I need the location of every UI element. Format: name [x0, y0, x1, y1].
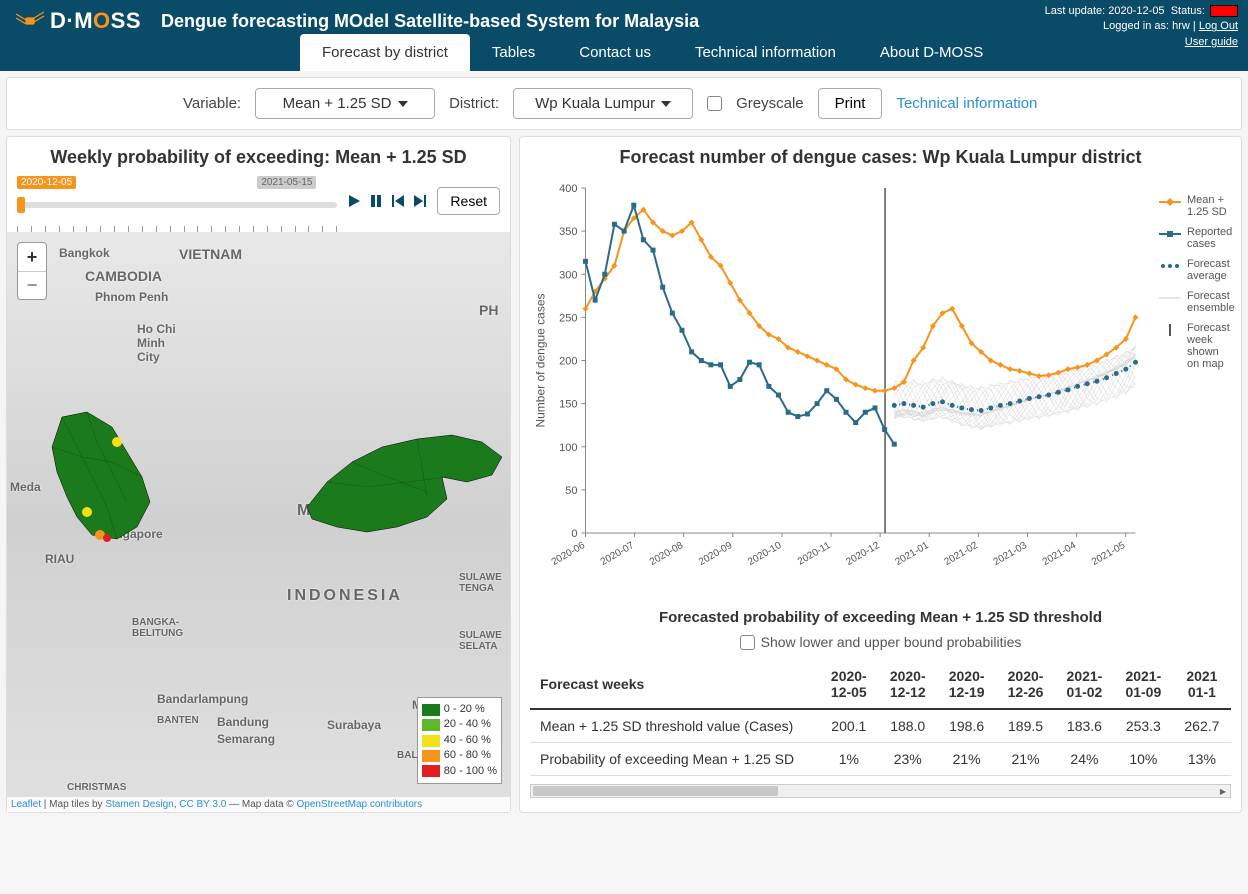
- skip-back-icon[interactable]: [389, 192, 407, 210]
- svg-text:2020-09: 2020-09: [697, 540, 735, 568]
- tab-contact[interactable]: Contact us: [557, 34, 673, 71]
- cc-link[interactable]: CC BY 3.0: [179, 799, 226, 810]
- svg-text:Number of dengue cases: Number of dengue cases: [534, 293, 548, 427]
- map-attribution: Leaflet | Map tiles by Stamen Design, CC…: [7, 797, 510, 812]
- svg-text:2020-06: 2020-06: [550, 540, 588, 568]
- variable-dropdown[interactable]: Mean + 1.25 SD: [255, 88, 435, 119]
- skip-forward-icon[interactable]: [411, 192, 429, 210]
- time-slider-row: 2020-12-05 2021-05-15 Reset: [7, 174, 510, 232]
- variable-label: Variable:: [183, 95, 241, 112]
- satellite-icon: [16, 12, 44, 30]
- zoom-control: + −: [17, 242, 47, 300]
- svg-text:50: 50: [565, 485, 577, 497]
- chart-title: Forecast number of dengue cases: Wp Kual…: [520, 137, 1241, 174]
- chart-legend: Mean + 1.25 SDReported casesForecast ave…: [1159, 194, 1229, 378]
- svg-text:400: 400: [559, 183, 577, 195]
- map-title: Weekly probability of exceeding: Mean + …: [7, 137, 510, 174]
- tab-technical[interactable]: Technical information: [673, 34, 858, 71]
- svg-text:150: 150: [559, 399, 577, 411]
- zoom-out-button[interactable]: −: [18, 271, 46, 299]
- reset-button[interactable]: Reset: [437, 187, 500, 215]
- svg-text:2021-03: 2021-03: [992, 540, 1030, 568]
- pause-icon[interactable]: [367, 192, 385, 210]
- technical-info-link[interactable]: Technical information: [896, 95, 1037, 112]
- toolbar: Variable: Mean + 1.25 SD District: Wp Ku…: [6, 77, 1242, 130]
- forecast-chart: 0 50 100 150 200 250 300 350 400 2020-06 2020-07 20…: [520, 174, 1241, 601]
- osm-link[interactable]: OpenStreetMap contributors: [297, 799, 423, 810]
- leaflet-link[interactable]: Leaflet: [11, 799, 41, 810]
- svg-text:350: 350: [559, 226, 577, 238]
- svg-text:200: 200: [559, 356, 577, 368]
- svg-text:0: 0: [571, 528, 577, 540]
- print-button[interactable]: Print: [818, 88, 883, 119]
- slider-start-date: 2020-12-05: [17, 176, 76, 189]
- scrollbar-thumb[interactable]: [533, 786, 778, 796]
- bounds-label: Show lower and upper bound probabilities: [761, 634, 1022, 650]
- choropleth-map[interactable]: + − Bangkok VIETNAM CAMBODIA Phnom Penh …: [7, 232, 510, 812]
- caret-down-icon: [398, 101, 408, 107]
- prob-title: Forecasted probability of exceeding Mean…: [520, 601, 1241, 630]
- greyscale-checkbox[interactable]: [707, 96, 722, 111]
- header-right: Last update: 2020-12-05 Status: Logged i…: [1045, 4, 1238, 50]
- svg-text:2020-10: 2020-10: [746, 540, 784, 568]
- map-panel: Weekly probability of exceeding: Mean + …: [6, 136, 511, 813]
- svg-text:300: 300: [559, 269, 577, 281]
- prob-table: Forecast weeks2020-12-052020-12-122020-1…: [520, 660, 1241, 780]
- logout-link[interactable]: Log Out: [1199, 20, 1238, 32]
- slider-thumb[interactable]: [17, 197, 25, 213]
- slider-end-date: 2021-05-15: [257, 176, 316, 189]
- app-header: D·MOSS Dengue forecasting MOdel Satellit…: [0, 0, 1248, 34]
- district-dropdown[interactable]: Wp Kuala Lumpur: [513, 88, 693, 119]
- logo-text: D·MOSS: [50, 8, 141, 34]
- svg-text:2020-08: 2020-08: [648, 540, 686, 568]
- tab-about[interactable]: About D-MOSS: [858, 34, 1005, 71]
- peninsular-malaysia: [32, 407, 177, 552]
- stamen-link[interactable]: Stamen Design: [105, 799, 173, 810]
- svg-text:250: 250: [559, 312, 577, 324]
- play-icon[interactable]: [345, 192, 363, 210]
- bounds-checkbox[interactable]: [740, 635, 755, 650]
- scroll-right-icon[interactable]: ▶: [1216, 785, 1230, 797]
- svg-text:2021-02: 2021-02: [943, 540, 981, 568]
- time-slider[interactable]: 2020-12-05 2021-05-15: [17, 194, 337, 224]
- logo: D·MOSS: [16, 8, 141, 34]
- svg-text:2021-05: 2021-05: [1090, 540, 1128, 568]
- svg-text:100: 100: [559, 442, 577, 454]
- svg-text:2020-11: 2020-11: [796, 540, 833, 568]
- tab-forecast-district[interactable]: Forecast by district: [300, 34, 470, 71]
- east-malaysia: [297, 427, 510, 557]
- app-subtitle: Dengue forecasting MOdel Satellite-based…: [161, 11, 699, 32]
- caret-down-icon: [661, 101, 671, 107]
- forecast-panel: Forecast number of dengue cases: Wp Kual…: [519, 136, 1242, 813]
- zoom-in-button[interactable]: +: [18, 243, 46, 271]
- status-indicator: [1210, 5, 1238, 17]
- map-legend: 0 - 20 %20 - 40 %40 - 60 %60 - 80 %80 - …: [417, 697, 502, 784]
- horizontal-scrollbar[interactable]: ▶: [530, 784, 1231, 798]
- district-label: District:: [449, 95, 499, 112]
- user-guide-link[interactable]: User guide: [1185, 36, 1238, 48]
- svg-text:2021-01: 2021-01: [893, 540, 931, 568]
- svg-text:2021-04: 2021-04: [1041, 540, 1079, 568]
- tab-tables[interactable]: Tables: [470, 34, 557, 71]
- svg-text:2020-12: 2020-12: [844, 540, 882, 568]
- svg-text:2020-07: 2020-07: [599, 540, 637, 568]
- greyscale-label: Greyscale: [736, 95, 804, 112]
